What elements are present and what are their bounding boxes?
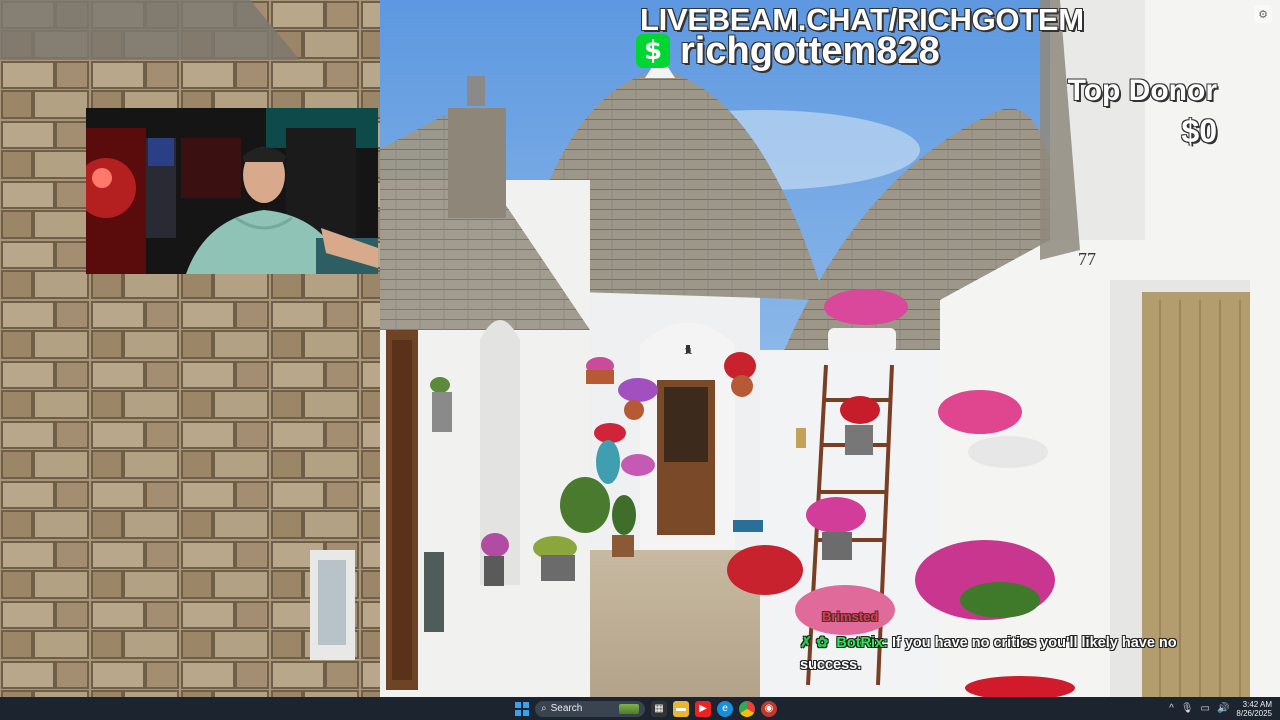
microphone-icon[interactable]: 🎙 bbox=[1181, 703, 1194, 714]
door-number: 11 bbox=[684, 347, 693, 356]
top-donor-amount: $0 bbox=[1181, 113, 1217, 149]
corner-overlay-button[interactable]: ⚙ bbox=[1254, 5, 1272, 23]
taskbar: ⌕ Search ▦ ▬ ▶ e ◉ ^ 🎙 ▭ 🔊 3:42 AM 8/26/… bbox=[0, 697, 1280, 720]
search-icon: ⌕ bbox=[541, 703, 547, 714]
chat-message: ✗ ✿ BotRix: If you have no critics you'l… bbox=[800, 632, 1220, 676]
chrome-icon[interactable] bbox=[739, 700, 755, 717]
network-icon[interactable]: ▭ bbox=[1201, 703, 1210, 714]
top-donor-label: Top Donor bbox=[1067, 74, 1217, 107]
clock[interactable]: 3:42 AM 8/26/2025 bbox=[1236, 700, 1272, 718]
chat-badge-icons: ✗ ✿ bbox=[800, 635, 829, 651]
obs-recording-icon[interactable]: ◉ bbox=[761, 700, 777, 717]
settings-icon: ⚙ bbox=[1258, 8, 1268, 21]
start-button[interactable] bbox=[515, 701, 529, 716]
edge-browser-icon[interactable]: e bbox=[717, 700, 733, 717]
chat-username: BotRix: bbox=[836, 635, 888, 651]
taskbar-apps: ⌕ Search ▦ ▬ ▶ e ◉ bbox=[515, 697, 777, 720]
chat-overlay: Brimsted ✗ ✿ BotRix: If you have no crit… bbox=[800, 609, 1220, 676]
cashapp-handle: $ richgottem828 bbox=[636, 30, 940, 72]
task-view-icon[interactable]: ▦ bbox=[651, 700, 667, 717]
search-label: Search bbox=[550, 703, 583, 714]
webcam-image bbox=[86, 108, 378, 274]
search-highlight-thumbnail bbox=[619, 703, 639, 714]
system-tray: ^ 🎙 ▭ 🔊 3:42 AM 8/26/2025 bbox=[1169, 697, 1272, 720]
file-explorer-icon[interactable]: ▬ bbox=[673, 700, 689, 717]
clock-date: 8/26/2025 bbox=[1236, 708, 1272, 718]
clock-time: 3:42 AM bbox=[1242, 699, 1272, 709]
house-number: 77 bbox=[1078, 249, 1096, 269]
webcam-feed bbox=[86, 108, 378, 274]
cashapp-icon: $ bbox=[636, 34, 670, 68]
youtube-icon[interactable]: ▶ bbox=[695, 700, 711, 717]
streamer-username: richgottem828 bbox=[680, 29, 940, 72]
volume-icon[interactable]: 🔊 bbox=[1217, 703, 1229, 714]
chat-faded-line: Brimsted bbox=[822, 609, 879, 624]
tray-overflow-chevron-icon[interactable]: ^ bbox=[1169, 703, 1174, 714]
taskbar-search[interactable]: ⌕ Search bbox=[535, 700, 645, 717]
